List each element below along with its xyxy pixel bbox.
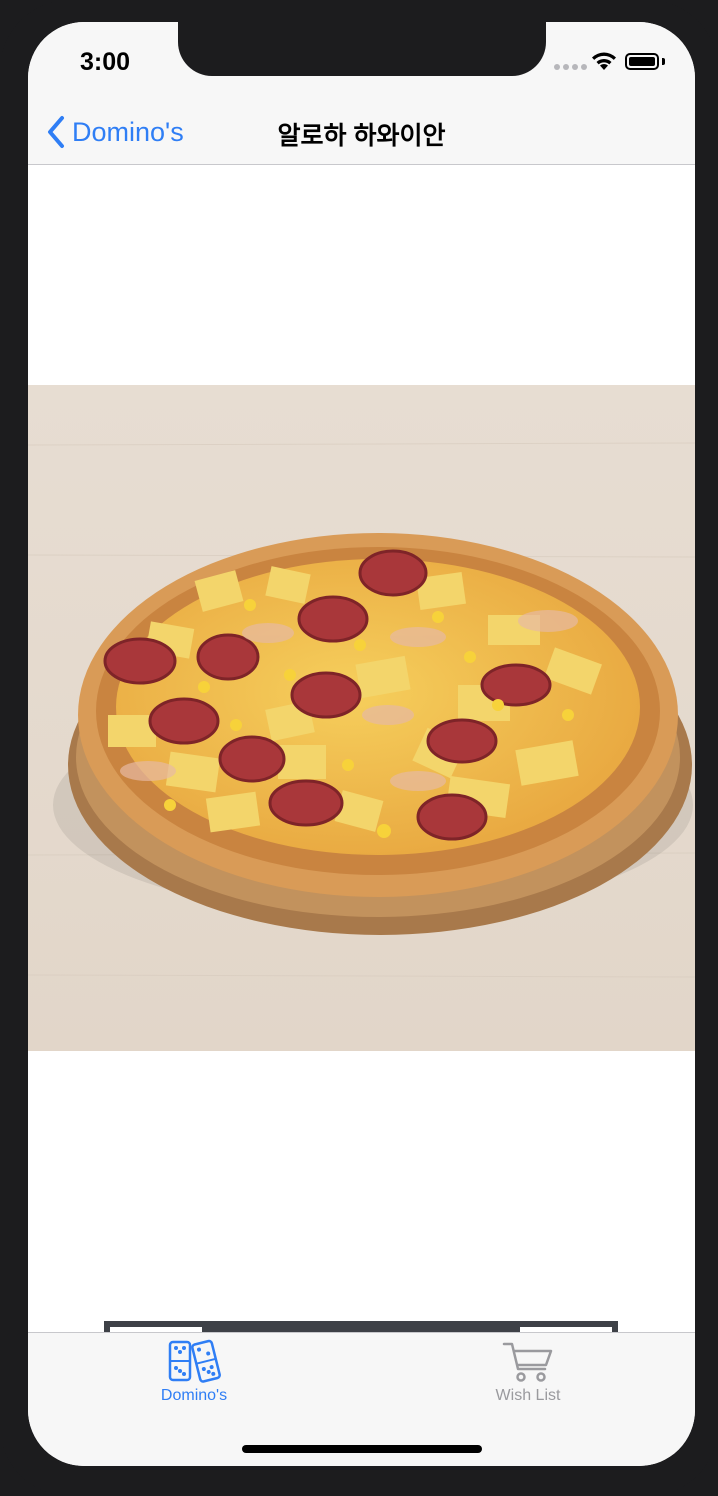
status-bar: 3:00 [28, 22, 695, 102]
cart-icon [502, 1342, 553, 1382]
tab-dominos-label: Domino's [160, 1387, 228, 1404]
dominos-icon [168, 1339, 221, 1383]
battery-icon [625, 53, 659, 70]
device-frame: 3:00 Domino's 알로하 하와이안 Domino's Wish Lis… [0, 0, 718, 1496]
wifi-icon [592, 52, 616, 70]
pizza-illustration [28, 385, 695, 1051]
product-detail: - 3 개 + [28, 165, 695, 1399]
page-title: 알로하 하와이안 [277, 122, 446, 150]
tab-wish-list[interactable]: Wish List [448, 1339, 608, 1417]
navigation-bar: Domino's 알로하 하와이안 [28, 102, 695, 165]
app-screen: 3:00 Domino's 알로하 하와이안 Domino's Wish Lis… [28, 22, 695, 1466]
battery-tip [662, 58, 665, 65]
home-indicator [242, 1445, 482, 1453]
tab-dominos[interactable]: Domino's [114, 1339, 274, 1417]
tab-wish-list-label: Wish List [495, 1387, 561, 1404]
pizza-image [28, 385, 695, 1051]
cellular-signal-icon [554, 64, 587, 70]
notch [178, 22, 546, 76]
status-time: 3:00 [80, 48, 131, 76]
